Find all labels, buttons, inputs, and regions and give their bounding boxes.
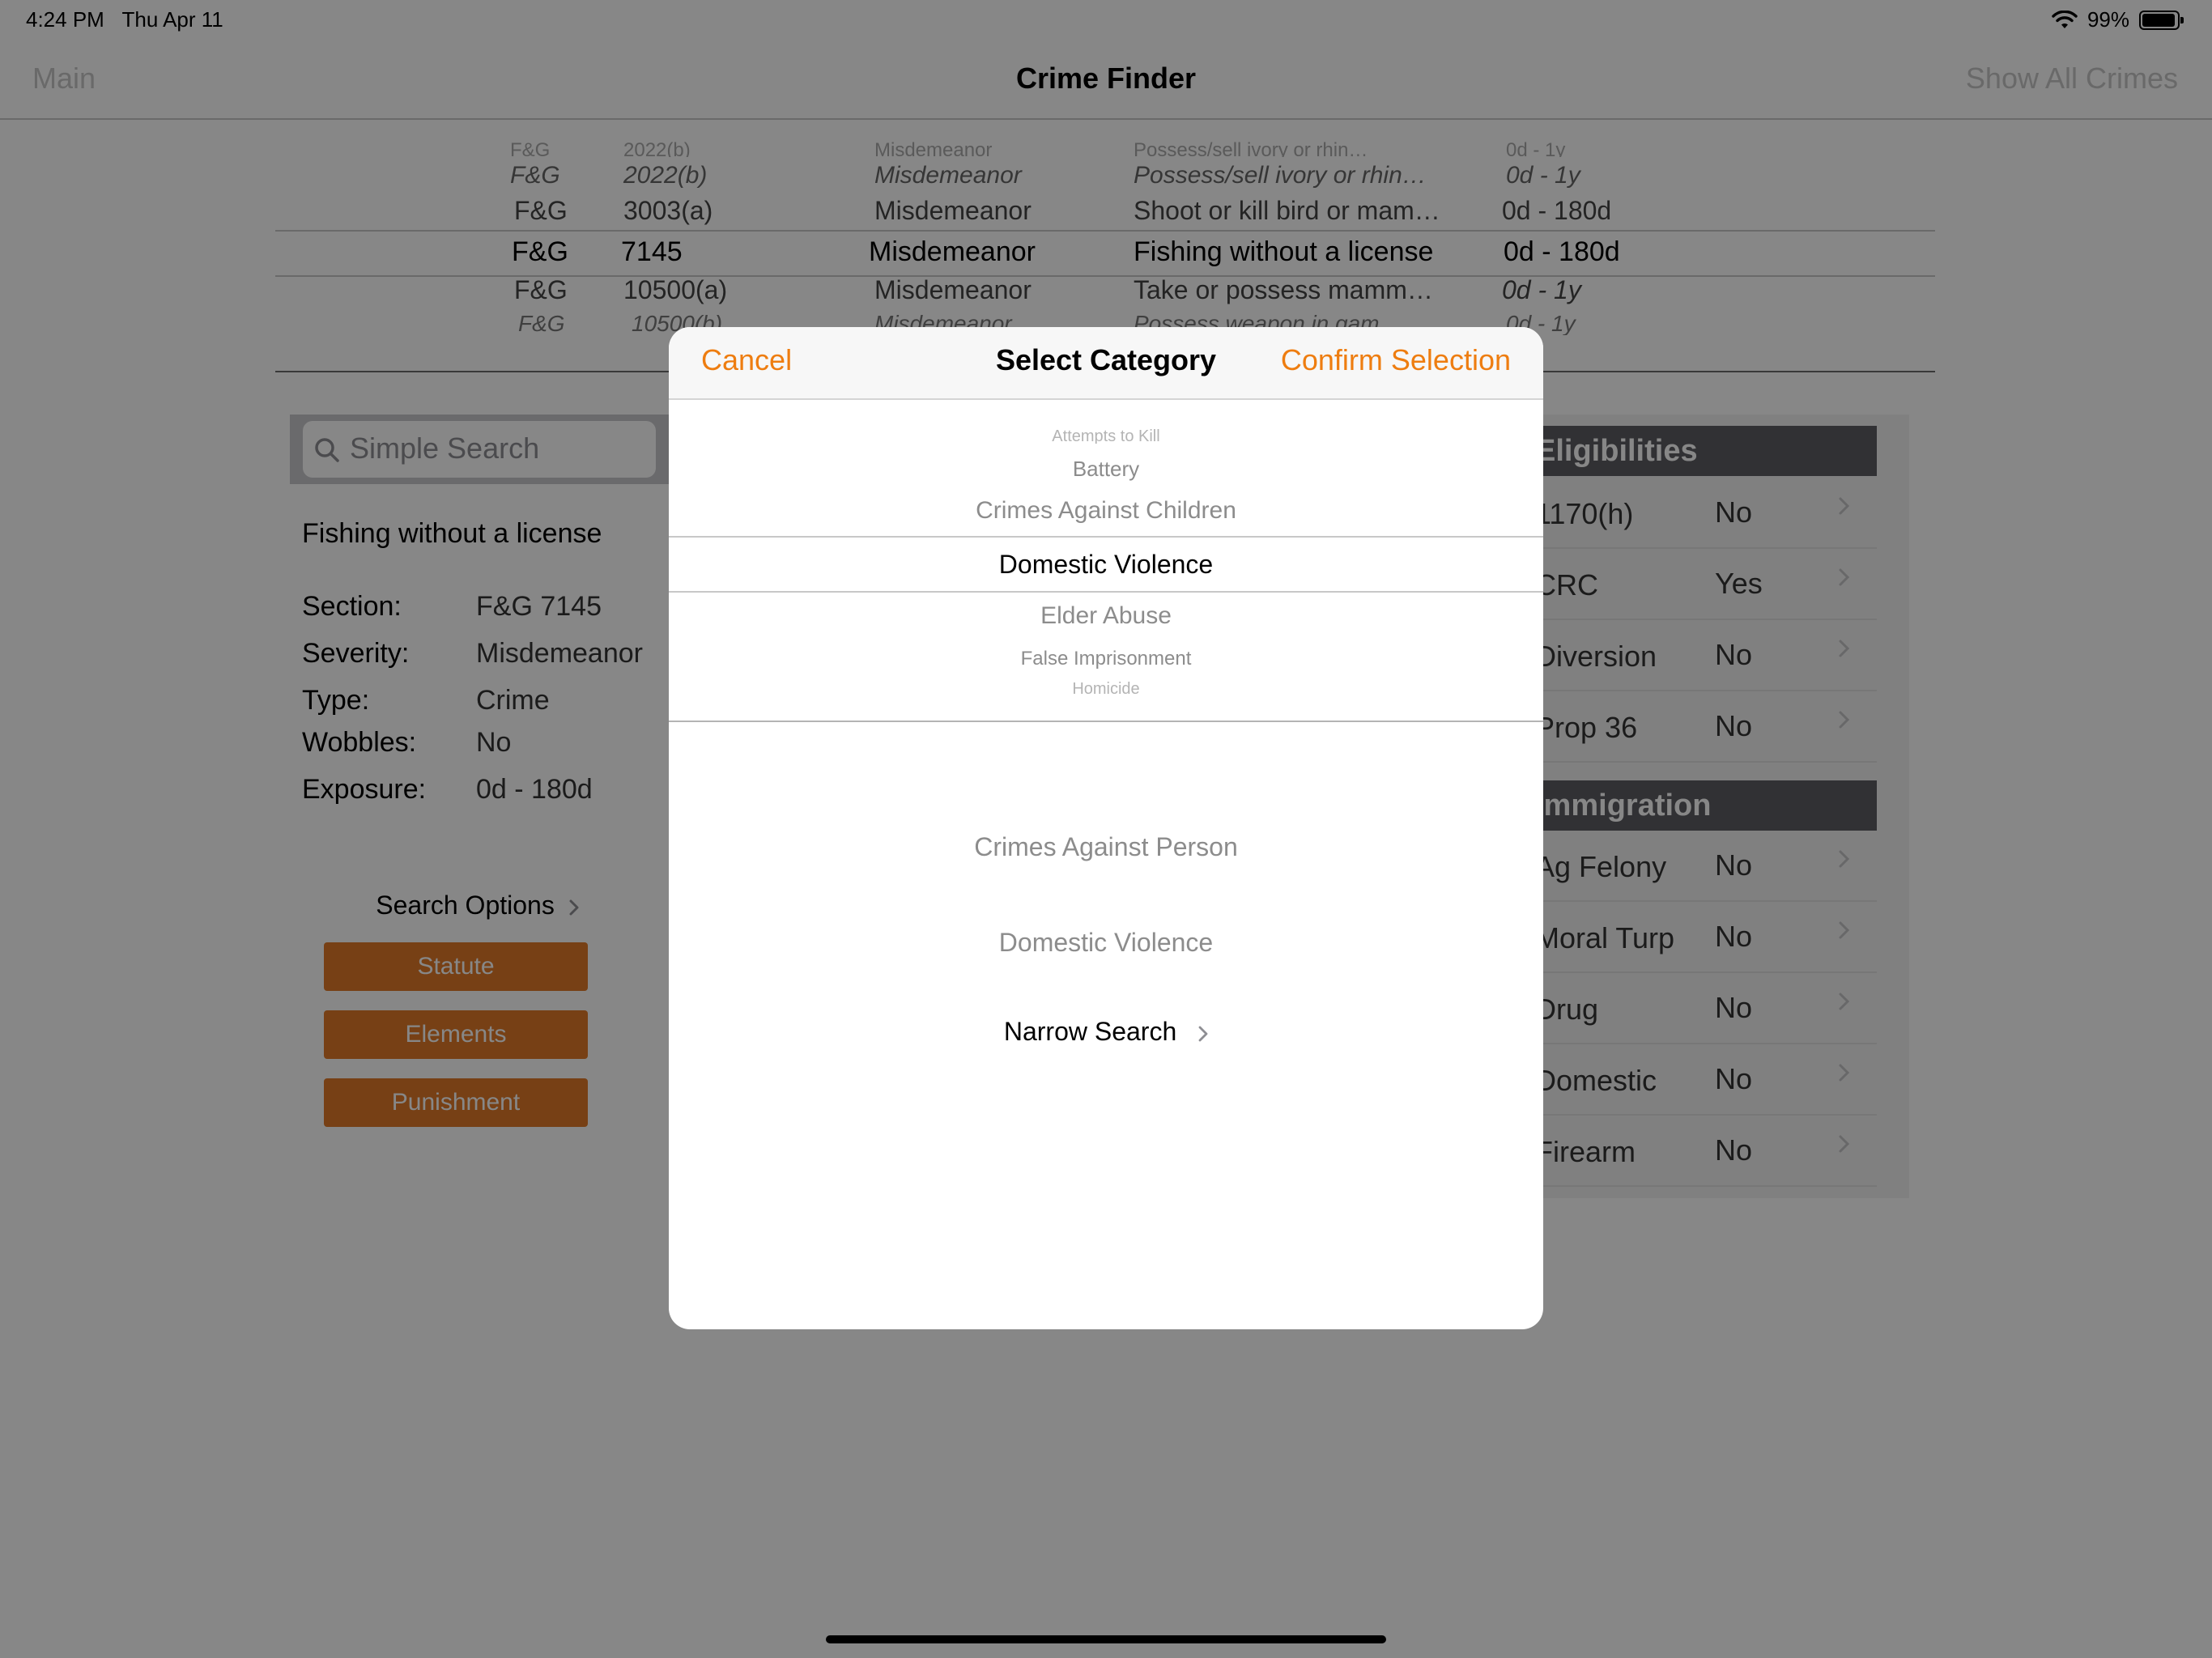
select-category-modal: Cancel Select Category Confirm Selection… [669, 327, 1543, 1329]
narrow-search-button[interactable]: Narrow Search [669, 1017, 1543, 1047]
category-picker-selected[interactable]: Domestic Violence [669, 536, 1543, 593]
category-picker-item[interactable]: Homicide [669, 680, 1543, 695]
selected-child-category: Domestic Violence [998, 928, 1214, 957]
chevron-right-icon [1198, 1026, 1208, 1041]
modal-header: Cancel Select Category Confirm Selection [669, 327, 1543, 400]
category-picker-item[interactable]: Crimes Against Children [669, 497, 1543, 525]
category-picker-item[interactable]: False Imprisonment [669, 648, 1543, 670]
modal-divider [669, 721, 1543, 722]
home-indicator[interactable] [826, 1635, 1386, 1643]
selected-parent-category: Crimes Against Person [974, 832, 1238, 861]
confirm-selection-button[interactable]: Confirm Selection [1281, 343, 1511, 377]
category-picker-item[interactable]: Elder Abuse [669, 602, 1543, 630]
category-picker-item[interactable]: Battery [669, 457, 1543, 482]
category-picker-item[interactable]: Attempts to Kill [669, 427, 1543, 444]
